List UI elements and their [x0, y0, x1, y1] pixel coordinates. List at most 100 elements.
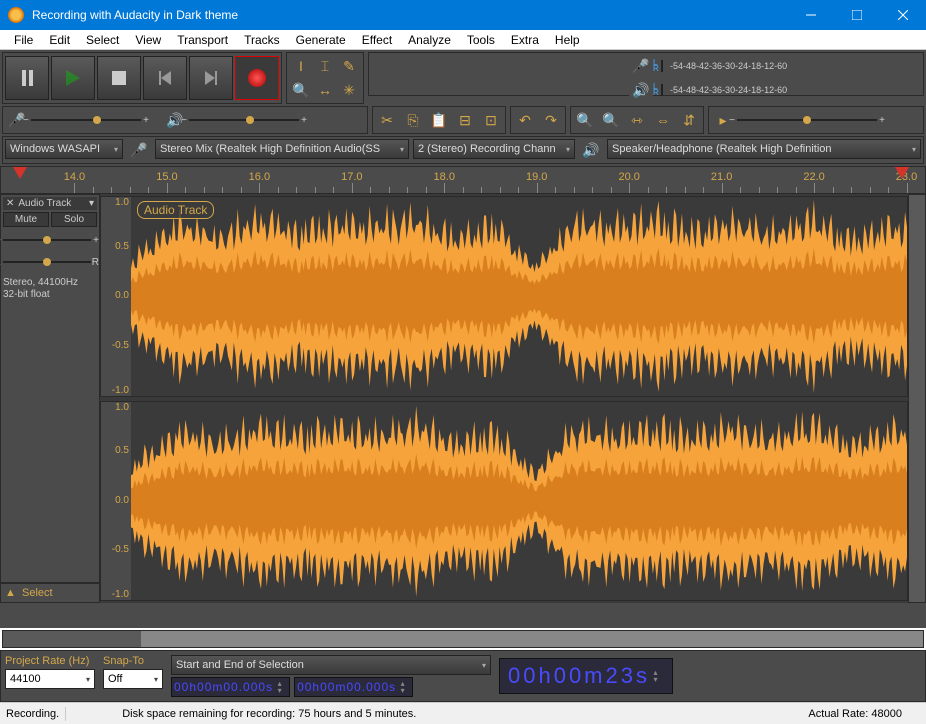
menu-transport[interactable]: Transport	[169, 31, 236, 49]
toolbar-area: I ⌶ ✎ 🔍 ↔ ✳ 🎤 LR -54-48-42-36-30-24-18-1…	[0, 50, 926, 166]
rec-volume-slider[interactable]: −+	[31, 111, 141, 129]
rec-meter[interactable]: -54-48-42-36-30-24-18-12-60	[661, 60, 663, 72]
menu-bar: File Edit Select View Transport Tracks G…	[0, 30, 926, 50]
track-close-icon[interactable]: ✕	[4, 198, 16, 209]
pan-slider[interactable]: LR	[3, 253, 91, 271]
speaker-device-icon: 🔊	[579, 139, 603, 161]
menu-extra[interactable]: Extra	[503, 31, 547, 49]
zoom-toggle-icon[interactable]: ⇵	[677, 109, 701, 131]
rec-channels-combo[interactable]: 2 (Stereo) Recording Chann▾	[413, 139, 575, 159]
edit-toolbar: ✂ ⎘ 📋 ⊟ ⊡	[372, 106, 506, 134]
zoom-in-icon[interactable]: 🔍	[573, 109, 597, 131]
play-button[interactable]	[51, 56, 95, 100]
status-rate: Actual Rate: 48000	[808, 708, 902, 720]
maximize-button[interactable]	[834, 0, 880, 30]
selection-start-time[interactable]: 00h00m00.000s▴▾	[171, 677, 290, 697]
paste-icon[interactable]: 📋	[427, 109, 451, 131]
meters-toolbar: 🎤 LR -54-48-42-36-30-24-18-12-60 🔊 LR -5…	[368, 52, 924, 96]
rec-meter-scale: -54-48-42-36-30-24-18-12-60	[662, 61, 678, 71]
waveform-display[interactable]: 1.00.50.0-0.5-1.0 Audio Track 1.00.50.0-…	[100, 194, 908, 603]
skip-end-button[interactable]	[189, 56, 233, 100]
timeshift-tool-icon[interactable]: ↔	[313, 79, 337, 101]
envelope-tool-icon[interactable]: ⌶	[313, 55, 337, 77]
mic-meter-icon[interactable]: 🎤	[629, 55, 653, 77]
zoom-out-icon[interactable]: 🔍	[599, 109, 623, 131]
status-bar: Recording. Disk space remaining for reco…	[0, 702, 926, 724]
rec-meter-lr: LR	[653, 60, 661, 72]
pause-button[interactable]	[5, 56, 49, 100]
menu-help[interactable]: Help	[547, 31, 588, 49]
title-bar: Recording with Audacity in Dark theme	[0, 0, 926, 30]
play-meter-scale: -54-48-42-36-30-24-18-12-60	[662, 85, 678, 95]
below-tracks-area	[0, 603, 926, 628]
undo-icon[interactable]: ↶	[513, 109, 537, 131]
close-button[interactable]	[880, 0, 926, 30]
mute-button[interactable]: Mute	[3, 212, 49, 227]
tools-toolbar: I ⌶ ✎ 🔍 ↔ ✳	[286, 52, 364, 104]
menu-edit[interactable]: Edit	[41, 31, 78, 49]
copy-icon[interactable]: ⎘	[401, 109, 425, 131]
audio-position-time[interactable]: 00h00m23s▴▾	[499, 658, 673, 694]
play-device-combo[interactable]: Speaker/Headphone (Realtek High Definiti…	[607, 139, 921, 159]
solo-button[interactable]: Solo	[51, 212, 97, 227]
track-format-info: Stereo, 44100Hz 32-bit float	[3, 277, 97, 301]
app-logo-icon	[8, 7, 24, 23]
mixer-toolbar: 🎤 −+ 🔊 −+	[2, 106, 368, 134]
record-button[interactable]	[235, 56, 279, 100]
play-meter[interactable]: -54-48-42-36-30-24-18-12-60	[661, 84, 663, 96]
skip-start-button[interactable]	[143, 56, 187, 100]
undo-toolbar: ↶ ↷	[510, 106, 566, 134]
menu-analyze[interactable]: Analyze	[400, 31, 459, 49]
y-axis-right: 1.00.50.0-0.5-1.0	[101, 402, 131, 601]
play-meter-lr: LR	[653, 84, 661, 96]
menu-tracks[interactable]: Tracks	[236, 31, 288, 49]
zoom-tool-icon[interactable]: 🔍	[289, 79, 313, 101]
track-label-overlay: Audio Track	[137, 201, 214, 219]
gain-slider[interactable]: −+	[3, 231, 91, 249]
selection-end-time[interactable]: 00h00m00.000s▴▾	[294, 677, 413, 697]
timeline-ruler[interactable]: 14.015.016.017.018.019.020.021.022.023.0	[0, 166, 926, 194]
menu-file[interactable]: File	[6, 31, 41, 49]
minimize-button[interactable]	[788, 0, 834, 30]
status-state: Recording.	[6, 708, 59, 720]
menu-tools[interactable]: Tools	[459, 31, 503, 49]
quickplay-marker-right-icon[interactable]	[895, 167, 909, 179]
device-toolbar: Windows WASAPI▾ 🎤 Stereo Mix (Realtek Hi…	[2, 136, 924, 164]
selection-tool-icon[interactable]: I	[289, 55, 313, 77]
trim-icon[interactable]: ⊟	[453, 109, 477, 131]
rec-device-combo[interactable]: Stereo Mix (Realtek High Definition Audi…	[155, 139, 409, 159]
y-axis-left: 1.00.50.0-0.5-1.0	[101, 197, 131, 396]
track-collapse-row[interactable]: ▲ Select	[0, 583, 100, 603]
selection-toolbar: Project Rate (Hz) 44100▾ Snap-To Off▾ St…	[0, 650, 926, 702]
stop-button[interactable]	[97, 56, 141, 100]
status-disk: Disk space remaining for recording: 75 h…	[122, 708, 416, 720]
fit-selection-icon[interactable]: ⇿	[625, 109, 649, 131]
silence-icon[interactable]: ⊡	[479, 109, 503, 131]
multi-tool-icon[interactable]: ✳	[337, 79, 361, 101]
track-name[interactable]: Audio Track	[16, 198, 87, 209]
menu-view[interactable]: View	[127, 31, 169, 49]
menu-select[interactable]: Select	[78, 31, 127, 49]
play-volume-slider[interactable]: −+	[189, 111, 299, 129]
track-control-panel[interactable]: ✕ Audio Track ▾ Mute Solo −+ LR Stereo, …	[0, 194, 100, 583]
play-speed-slider[interactable]: −+	[737, 111, 877, 129]
zoom-toolbar: 🔍 🔍 ⇿ ⇔ ⇵	[570, 106, 704, 134]
waveform-right-channel[interactable]: 1.00.50.0-0.5-1.0	[100, 401, 908, 602]
vertical-scrollbar[interactable]	[908, 194, 926, 603]
speaker-meter-icon[interactable]: 🔊	[629, 79, 653, 101]
project-rate-combo[interactable]: 44100▾	[5, 669, 95, 689]
menu-effect[interactable]: Effect	[354, 31, 400, 49]
audio-host-combo[interactable]: Windows WASAPI▾	[5, 139, 123, 159]
cut-icon[interactable]: ✂	[375, 109, 399, 131]
draw-tool-icon[interactable]: ✎	[337, 55, 361, 77]
menu-generate[interactable]: Generate	[288, 31, 354, 49]
snap-combo[interactable]: Off▾	[103, 669, 163, 689]
collapse-icon[interactable]: ▲	[5, 587, 16, 599]
fit-project-icon[interactable]: ⇔	[651, 109, 675, 131]
redo-icon[interactable]: ↷	[539, 109, 563, 131]
waveform-left-channel[interactable]: 1.00.50.0-0.5-1.0 Audio Track	[100, 196, 908, 397]
horizontal-scrollbar[interactable]	[2, 630, 924, 648]
track-menu-icon[interactable]: ▾	[87, 198, 96, 209]
select-label[interactable]: Select	[22, 587, 53, 599]
selection-type-combo[interactable]: Start and End of Selection▾	[171, 655, 491, 675]
